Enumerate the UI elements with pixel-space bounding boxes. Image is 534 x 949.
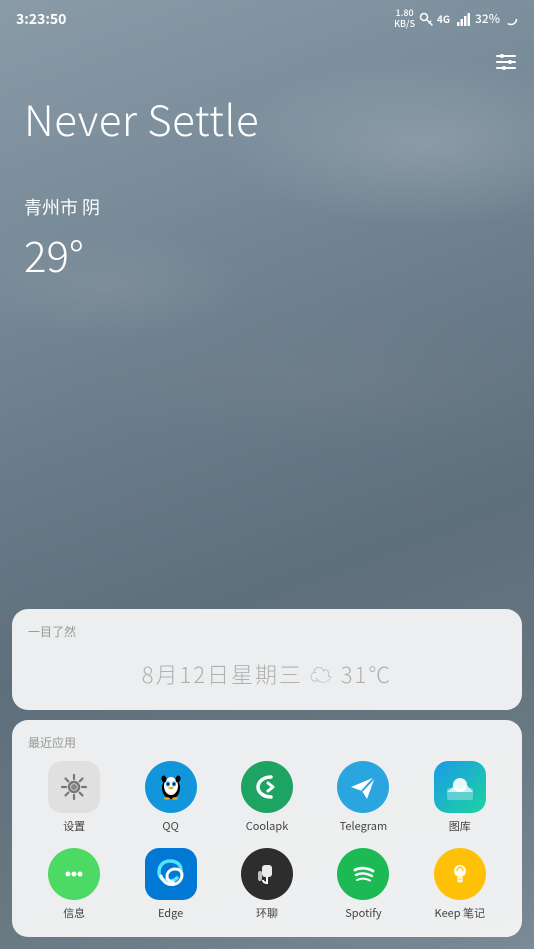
app-huanjiao[interactable]: 环聊 (221, 848, 313, 921)
app-edge-label: Edge (158, 905, 183, 921)
signal-bars-icon (457, 12, 471, 26)
app-qq-icon (145, 761, 197, 813)
app-gallery-icon (434, 761, 486, 813)
signal-icon: 4G (437, 12, 453, 26)
recent-apps-card: 最近应用 (12, 720, 522, 937)
app-settings-label: 设置 (63, 818, 85, 834)
app-huanjiao-icon (241, 848, 293, 900)
app-spotify-label: Spotify (345, 905, 381, 921)
status-right: 1.80KB/S 4G 32% (394, 8, 518, 30)
recent-apps-title: 最近应用 (28, 734, 506, 751)
slogan-text: Never Settle (24, 94, 510, 144)
app-keep-label: Keep 笔记 (435, 905, 486, 921)
app-edge-icon (145, 848, 197, 900)
status-bar: 3:23:50 1.80KB/S 4G 32% (0, 0, 534, 34)
app-coolapk[interactable]: Coolapk (221, 761, 313, 834)
settings-icon[interactable] (494, 50, 518, 74)
app-keep[interactable]: Keep 笔记 (414, 848, 506, 921)
app-coolapk-label: Coolapk (246, 818, 289, 834)
battery-level: 32% (475, 10, 500, 27)
glance-card-title: 一目了然 (28, 623, 506, 640)
app-spotify[interactable]: Spotify (317, 848, 409, 921)
app-message[interactable]: 信息 (28, 848, 120, 921)
app-telegram[interactable]: Telegram (317, 761, 409, 834)
network-speed: 1.80KB/S (394, 8, 415, 30)
status-time: 3:23:50 (16, 9, 66, 29)
svg-text:4G: 4G (437, 12, 450, 26)
weather-city: 青州市 阴 (24, 194, 510, 220)
app-edge[interactable]: Edge (124, 848, 216, 921)
key-icon (419, 12, 433, 26)
glance-content: 8月12日星期三 ☁ 31℃ (28, 648, 506, 696)
app-huanjiao-label: 环聊 (256, 905, 278, 921)
app-telegram-icon (337, 761, 389, 813)
apps-grid: 设置 (28, 761, 506, 921)
glance-date-text: 8月12日星期三 ☁ 31℃ (142, 658, 393, 690)
app-qq-label: QQ (162, 818, 178, 834)
glance-card: 一目了然 8月12日星期三 ☁ 31℃ (12, 609, 522, 710)
app-spotify-icon (337, 848, 389, 900)
main-content: Never Settle 青州市 阴 29° (0, 34, 534, 285)
app-coolapk-icon (241, 761, 293, 813)
app-qq[interactable]: QQ (124, 761, 216, 834)
app-message-icon (48, 848, 100, 900)
cards-area: 一目了然 8月12日星期三 ☁ 31℃ 最近应用 (0, 609, 534, 949)
app-gallery-label: 图库 (449, 818, 471, 834)
app-telegram-label: Telegram (340, 818, 388, 834)
app-message-label: 信息 (63, 905, 85, 921)
weather-temp: 29° (24, 224, 510, 285)
app-gallery[interactable]: 图库 (414, 761, 506, 834)
battery-circle-icon (504, 12, 518, 26)
weather-info: 青州市 阴 29° (24, 194, 510, 285)
app-settings[interactable]: 设置 (28, 761, 120, 834)
app-settings-icon (48, 761, 100, 813)
app-keep-icon (434, 848, 486, 900)
